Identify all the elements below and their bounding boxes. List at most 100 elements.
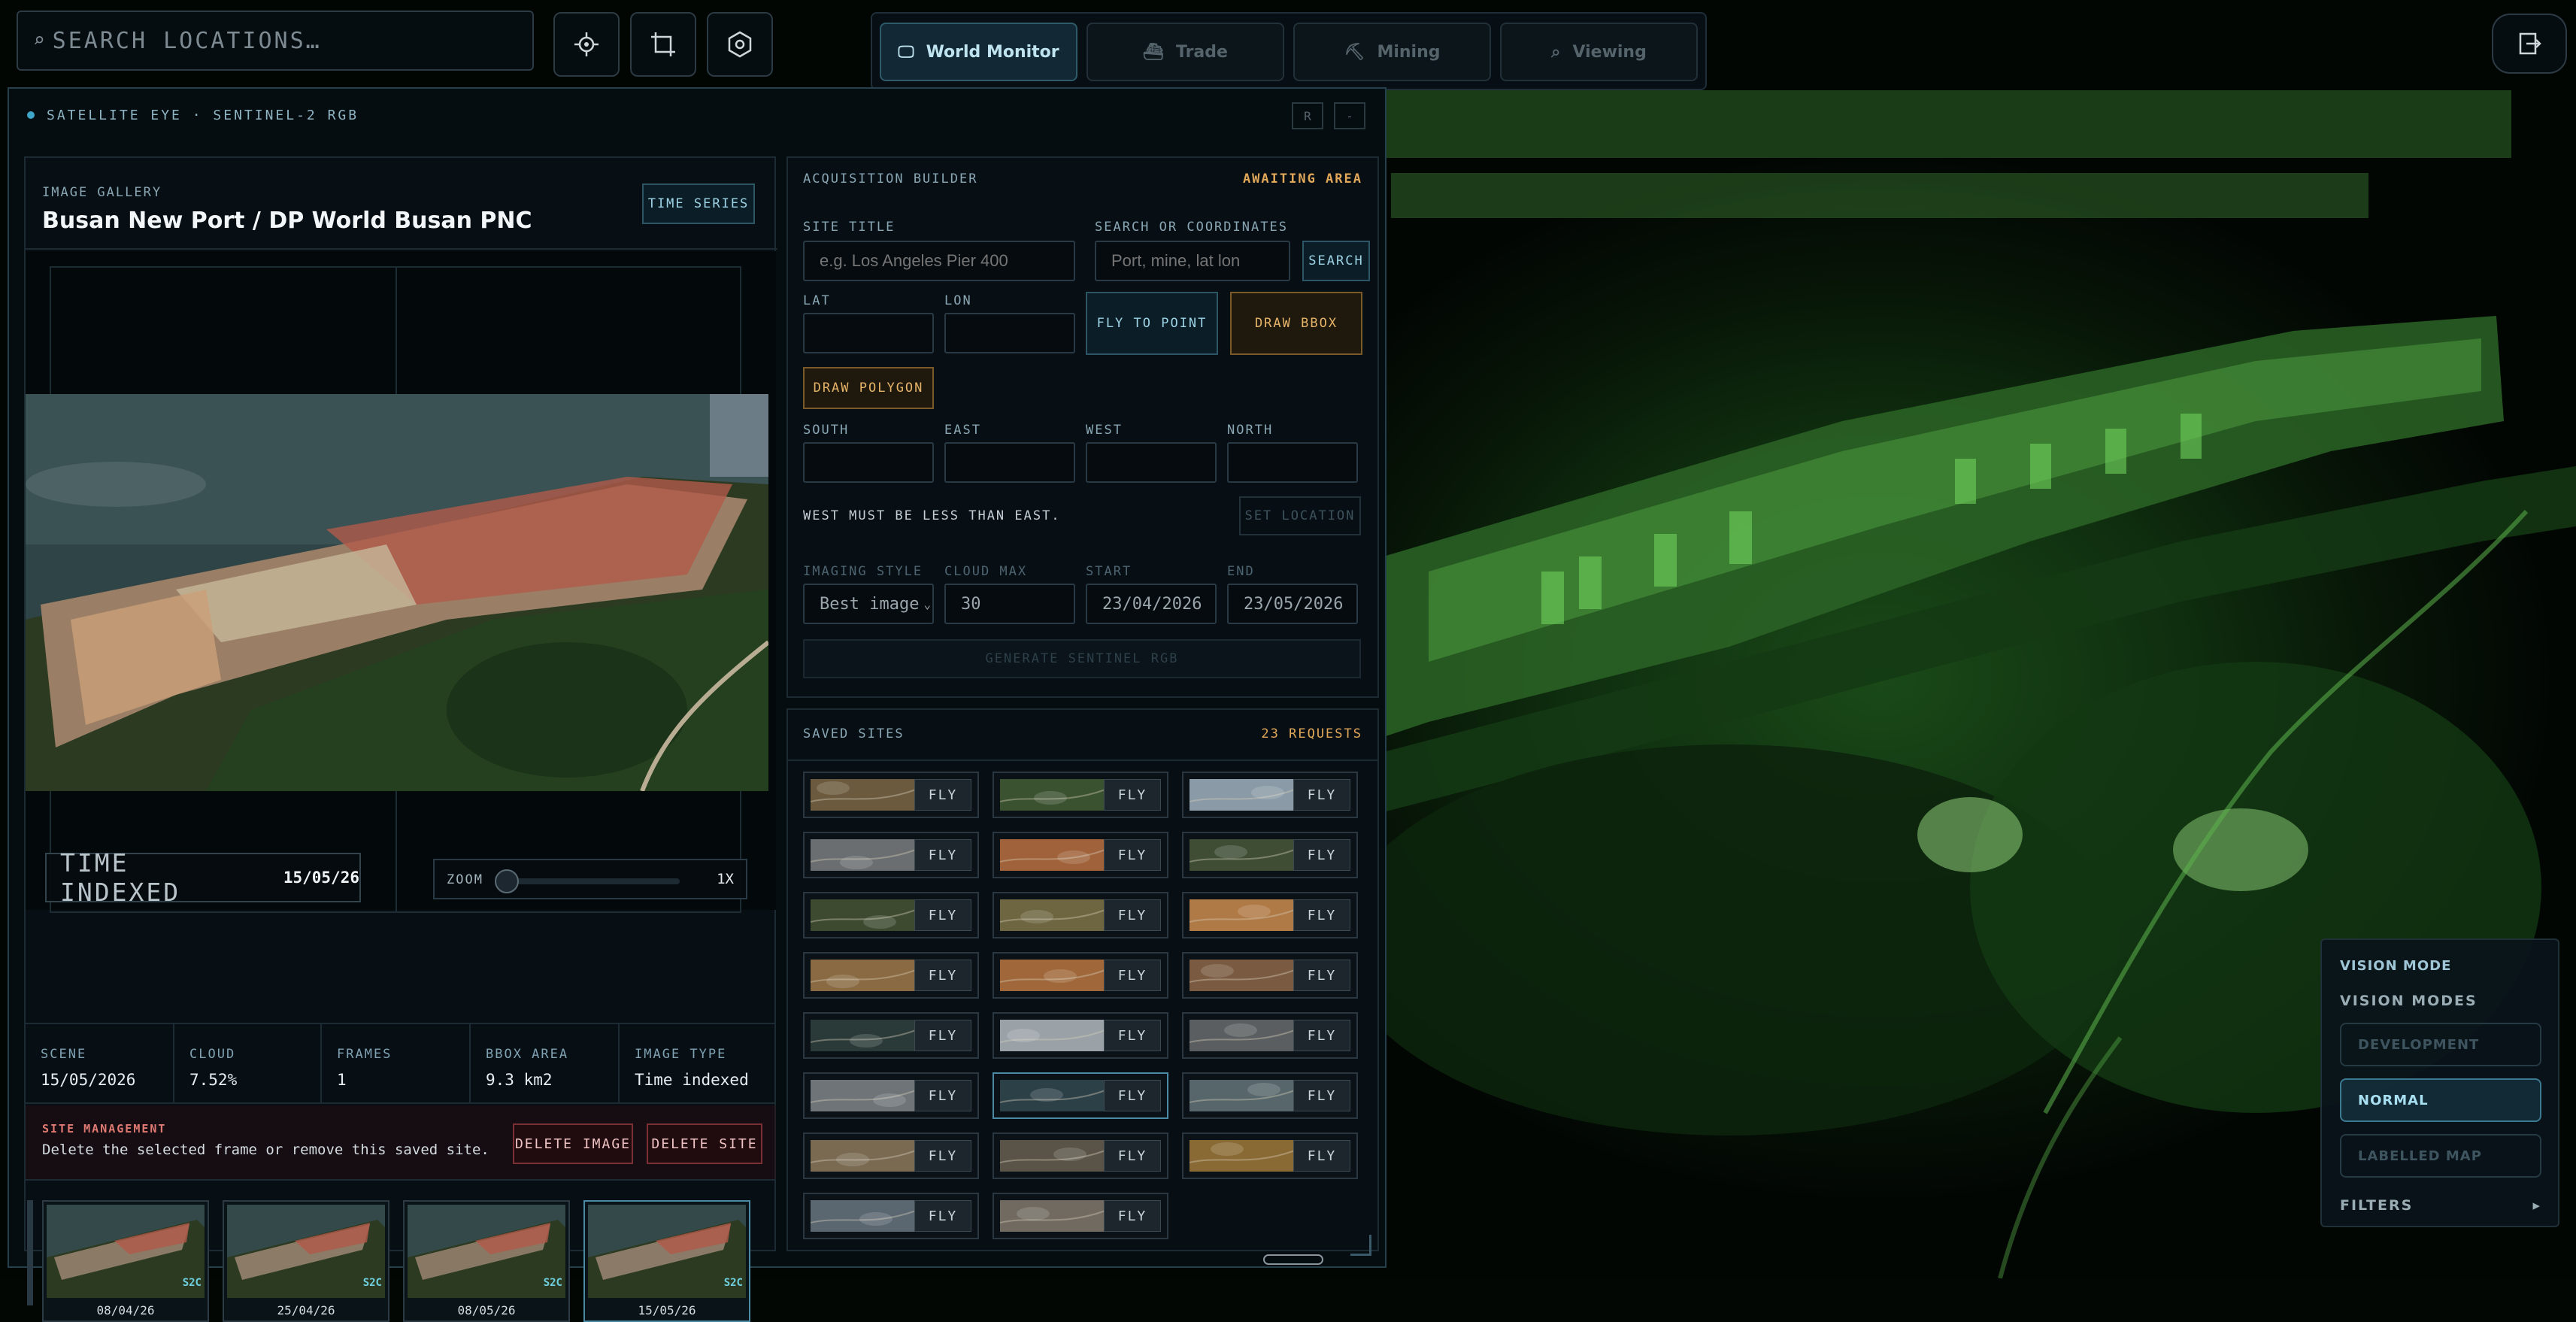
cloud-max-input[interactable]: 30: [944, 584, 1075, 624]
saved-site[interactable]: FLY: [803, 1132, 979, 1179]
fly-button[interactable]: FLY: [914, 1200, 971, 1232]
saved-site[interactable]: FLY: [993, 1132, 1168, 1179]
fly-button[interactable]: FLY: [914, 899, 971, 931]
image-viewer[interactable]: TIME INDEXED 15/05/26 ZOOM 1X: [26, 251, 776, 913]
saved-site[interactable]: FLY: [803, 772, 979, 818]
tab-mining[interactable]: ⛏ Mining: [1293, 23, 1491, 81]
site-title-input[interactable]: [803, 241, 1075, 281]
saved-site[interactable]: FLY: [1182, 832, 1358, 878]
zoom-slider-track[interactable]: [499, 878, 680, 884]
pickaxe-icon: ⛏: [1344, 42, 1365, 62]
fly-button[interactable]: FLY: [1104, 1080, 1161, 1111]
saved-site[interactable]: FLY: [993, 1072, 1168, 1119]
sensor-badge: S2C: [723, 1277, 743, 1289]
start-date-input[interactable]: 23/04/2026: [1086, 584, 1217, 624]
fly-button[interactable]: FLY: [1293, 899, 1350, 931]
fly-button[interactable]: FLY: [914, 779, 971, 811]
fly-button[interactable]: FLY: [914, 960, 971, 991]
crop-button[interactable]: [630, 12, 696, 77]
draw-polygon-button[interactable]: DRAW POLYGON: [803, 367, 934, 409]
filmstrip-frame[interactable]: S2C 15/05/26: [583, 1200, 750, 1322]
vision-mode-labelled-map[interactable]: LABELLED MAP: [2340, 1134, 2541, 1178]
site-thumbnail: [1000, 899, 1105, 931]
search-button[interactable]: SEARCH: [1302, 241, 1370, 281]
crosshair-button[interactable]: [553, 12, 620, 77]
fly-button[interactable]: FLY: [1104, 839, 1161, 871]
ship-icon: ⛴: [1143, 42, 1164, 62]
scroll-handle[interactable]: [1263, 1254, 1323, 1265]
fly-button[interactable]: FLY: [914, 1020, 971, 1051]
saved-site[interactable]: FLY: [1182, 1012, 1358, 1059]
tab-viewing[interactable]: ⌕ Viewing: [1500, 23, 1698, 81]
fly-button[interactable]: FLY: [1293, 1020, 1350, 1051]
reset-button[interactable]: R: [1292, 102, 1323, 129]
fly-button[interactable]: FLY: [1104, 779, 1161, 811]
filmstrip-frame[interactable]: S2C 25/04/26: [223, 1200, 389, 1322]
saved-site[interactable]: FLY: [803, 1072, 979, 1119]
filmstrip-frame[interactable]: S2C 08/04/26: [42, 1200, 209, 1322]
vision-mode-development[interactable]: DEVELOPMENT: [2340, 1023, 2541, 1066]
saved-site[interactable]: FLY: [803, 952, 979, 999]
exit-button[interactable]: [2492, 14, 2567, 74]
fly-button[interactable]: FLY: [914, 1140, 971, 1172]
filmstrip-frame[interactable]: S2C 08/05/26: [403, 1200, 570, 1322]
saved-site[interactable]: FLY: [1182, 1072, 1358, 1119]
tab-trade[interactable]: ⛴ Trade: [1086, 23, 1284, 81]
saved-site[interactable]: FLY: [803, 892, 979, 938]
fly-button[interactable]: FLY: [1104, 1200, 1161, 1232]
saved-site[interactable]: FLY: [1182, 1132, 1358, 1179]
saved-site[interactable]: FLY: [993, 1193, 1168, 1239]
saved-site[interactable]: FLY: [1182, 772, 1358, 818]
vision-modes-subtitle: VISION MODES: [2340, 993, 2478, 1009]
resize-handle-icon[interactable]: [1350, 1235, 1371, 1256]
generate-button[interactable]: GENERATE SENTINEL RGB: [803, 639, 1361, 678]
fly-button[interactable]: FLY: [1104, 1140, 1161, 1172]
zoom-slider-thumb[interactable]: [495, 869, 519, 893]
delete-site-button[interactable]: DELETE SITE: [647, 1123, 762, 1164]
minimize-button[interactable]: -: [1334, 102, 1365, 129]
location-search[interactable]: ⌕: [17, 11, 534, 71]
set-location-button[interactable]: SET LOCATION: [1239, 496, 1361, 535]
location-search-input[interactable]: [52, 27, 504, 54]
east-input[interactable]: [944, 442, 1075, 483]
saved-site[interactable]: FLY: [1182, 892, 1358, 938]
search-coordinates-input[interactable]: [1095, 241, 1290, 281]
tab-world-monitor[interactable]: 🖵 World Monitor: [880, 23, 1077, 81]
fly-button[interactable]: FLY: [1293, 1140, 1350, 1172]
fly-button[interactable]: FLY: [1293, 960, 1350, 991]
fly-label: FLY: [1307, 1148, 1337, 1164]
fly-button[interactable]: FLY: [914, 839, 971, 871]
saved-site[interactable]: FLY: [993, 832, 1168, 878]
fly-to-point-button[interactable]: FLY TO POINT: [1086, 292, 1218, 355]
saved-site[interactable]: FLY: [803, 1012, 979, 1059]
saved-site[interactable]: FLY: [803, 832, 979, 878]
saved-site[interactable]: FLY: [993, 772, 1168, 818]
filters-toggle[interactable]: FILTERS ▸: [2340, 1197, 2541, 1214]
saved-site[interactable]: FLY: [1182, 952, 1358, 999]
north-input[interactable]: [1227, 442, 1358, 483]
imaging-style-select[interactable]: Best image ⌄: [803, 584, 934, 624]
saved-site[interactable]: FLY: [993, 892, 1168, 938]
lat-input[interactable]: [803, 313, 934, 353]
fly-button[interactable]: FLY: [1104, 1020, 1161, 1051]
south-input[interactable]: [803, 442, 934, 483]
fly-button[interactable]: FLY: [1104, 899, 1161, 931]
fly-button[interactable]: FLY: [1104, 960, 1161, 991]
fly-button[interactable]: FLY: [1293, 779, 1350, 811]
fly-button[interactable]: FLY: [1293, 1080, 1350, 1111]
delete-image-button[interactable]: DELETE IMAGE: [513, 1123, 633, 1164]
fly-button[interactable]: FLY: [914, 1080, 971, 1111]
fly-button[interactable]: FLY: [1293, 839, 1350, 871]
settings-button[interactable]: [707, 12, 773, 77]
fly-label: FLY: [928, 847, 958, 863]
time-series-button[interactable]: TIME SERIES: [642, 183, 755, 224]
west-input[interactable]: [1086, 442, 1217, 483]
saved-site[interactable]: FLY: [993, 952, 1168, 999]
saved-site[interactable]: FLY: [993, 1012, 1168, 1059]
saved-site[interactable]: FLY: [803, 1193, 979, 1239]
end-label: END: [1227, 564, 1255, 579]
vision-mode-normal[interactable]: NORMAL: [2340, 1078, 2541, 1122]
end-date-input[interactable]: 23/05/2026: [1227, 584, 1358, 624]
draw-bbox-button[interactable]: DRAW BBOX: [1230, 292, 1362, 355]
lon-input[interactable]: [944, 313, 1075, 353]
